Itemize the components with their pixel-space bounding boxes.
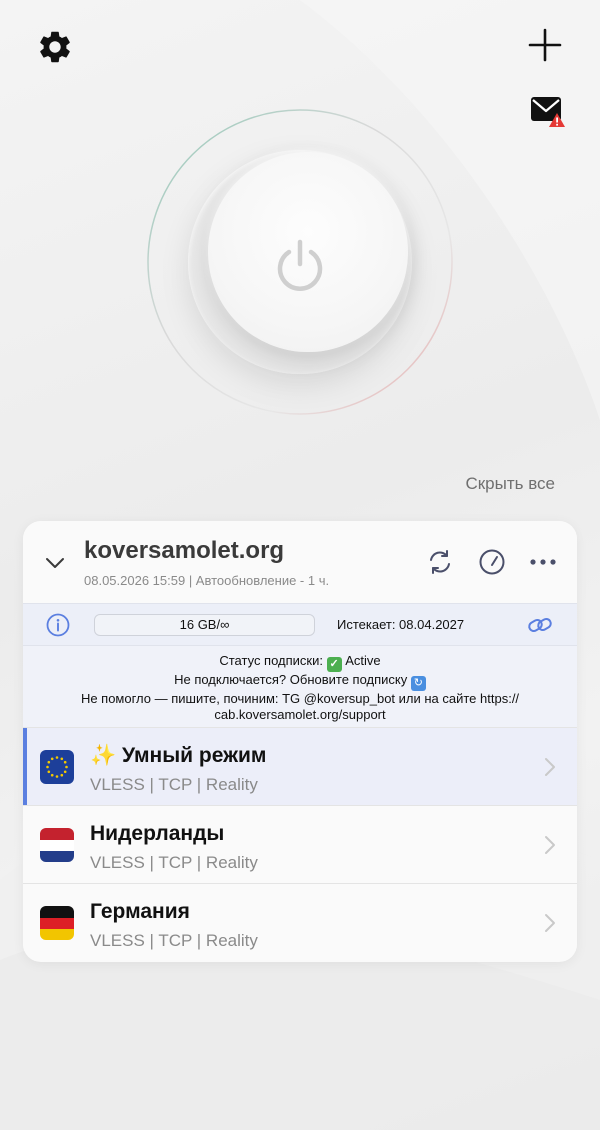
speedometer-icon[interactable] — [478, 548, 506, 576]
subscription-status-message: Статус подписки: ✓ Active Не подключаетс… — [23, 645, 577, 727]
quota-bar: 16 GB/∞ Истекает: 08.04.2027 — [23, 603, 577, 645]
status-value: Active — [345, 653, 381, 668]
refresh-emoji-icon: ↻ — [410, 676, 426, 691]
refresh-icon[interactable] — [426, 548, 454, 576]
server-row-netherlands[interactable]: Нидерланды VLESS | TCP | Reality — [23, 805, 577, 883]
connect-power-button[interactable] — [146, 108, 454, 416]
power-icon — [277, 239, 323, 291]
server-title: ✨ Умный режим — [90, 744, 267, 767]
traffic-quota: 16 GB/∞ — [94, 614, 315, 636]
messages-button[interactable] — [530, 94, 566, 128]
chevron-right-icon — [545, 914, 555, 932]
nl-flag-icon — [40, 828, 74, 862]
gear-icon — [40, 31, 70, 63]
hide-all-button[interactable]: Скрыть все — [465, 474, 555, 494]
more-icon[interactable] — [529, 557, 557, 567]
mail-alert-icon — [531, 97, 565, 127]
chevron-right-icon — [545, 758, 555, 776]
subscription-updated: 08.05.2026 15:59 | Автообновление - 1 ч. — [84, 573, 330, 588]
de-flag-icon — [40, 906, 74, 940]
status-support-url[interactable]: cab.koversamolet.org/support — [23, 707, 577, 723]
settings-button[interactable] — [36, 28, 74, 66]
chevron-right-icon — [545, 836, 555, 854]
subscription-domain: koversamolet.org — [84, 537, 285, 564]
eu-flag-icon — [40, 750, 74, 784]
server-protocol: VLESS | TCP | Reality — [90, 775, 258, 794]
add-button[interactable] — [528, 28, 562, 62]
link-icon[interactable] — [527, 614, 553, 636]
server-protocol: VLESS | TCP | Reality — [90, 853, 258, 872]
expiry-date: Истекает: 08.04.2027 — [337, 617, 465, 632]
status-hint: Не подключается? Обновите подписку — [174, 672, 408, 687]
server-title: Нидерланды — [90, 822, 225, 845]
selected-indicator — [23, 728, 27, 805]
check-icon: ✓ — [326, 657, 342, 672]
status-support: Не помогло — пишите, починим: TG @kovers… — [80, 691, 520, 706]
status-label: Статус подписки: — [219, 653, 323, 668]
server-title: Германия — [90, 900, 190, 923]
server-protocol: VLESS | TCP | Reality — [90, 931, 258, 950]
server-row-germany[interactable]: Германия VLESS | TCP | Reality — [23, 883, 577, 961]
subscription-header[interactable]: koversamolet.org 08.05.2026 15:59 | Авто… — [23, 521, 577, 603]
info-icon[interactable] — [46, 613, 70, 637]
plus-icon — [528, 28, 562, 62]
chevron-down-icon[interactable] — [44, 551, 66, 573]
server-row-smart[interactable]: ✨ Умный режим VLESS | TCP | Reality — [23, 727, 577, 805]
subscription-card: koversamolet.org 08.05.2026 15:59 | Авто… — [23, 521, 577, 962]
